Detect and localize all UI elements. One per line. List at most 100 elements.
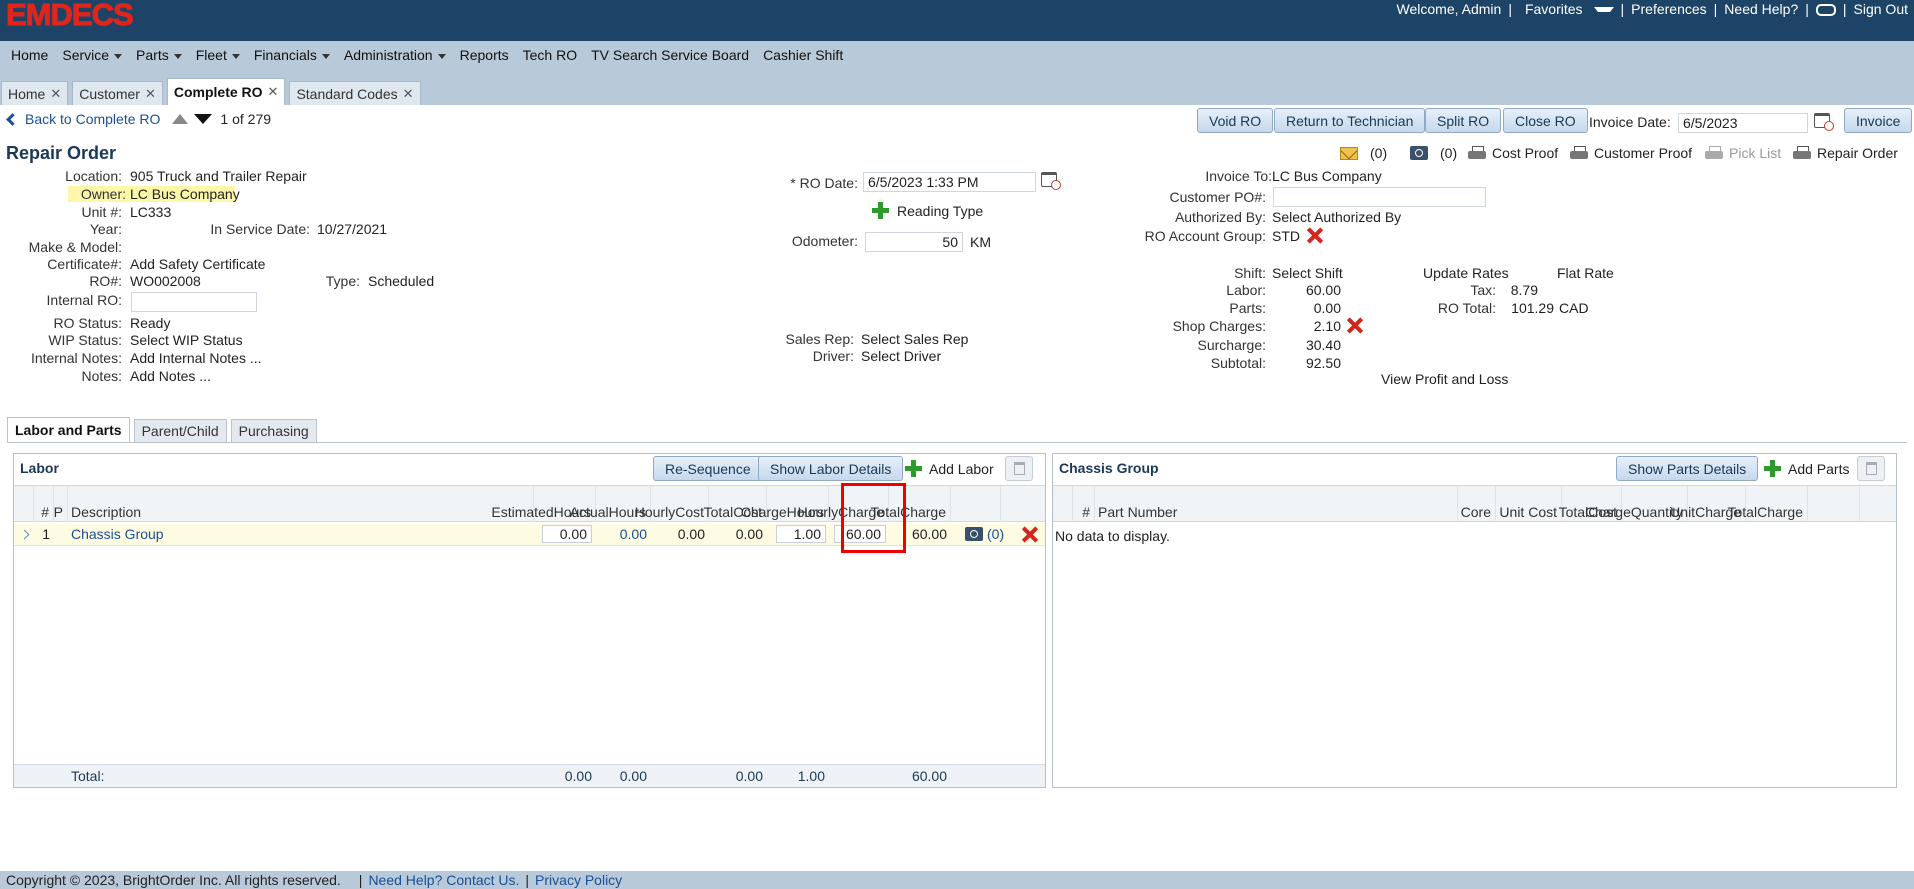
expand-row-button[interactable]	[14, 523, 34, 545]
show-labor-details-button[interactable]: Show Labor Details	[758, 456, 904, 481]
split-ro-button[interactable]: Split RO	[1425, 108, 1502, 133]
invoice-date-picker[interactable]	[1814, 113, 1834, 131]
nav-service[interactable]: Service	[55, 47, 129, 63]
return-technician-button[interactable]: Return to Technician	[1274, 108, 1426, 133]
tab-purchasing[interactable]: Purchasing	[230, 419, 317, 442]
photo-action[interactable]: (0)	[1410, 145, 1457, 161]
nav-reports[interactable]: Reports	[453, 47, 516, 63]
chevron-down-icon	[114, 53, 123, 59]
tab-customer[interactable]: Customer ✕	[72, 81, 163, 105]
delete-parts-button[interactable]	[1857, 456, 1885, 481]
location-link[interactable]: 905 Truck and Trailer Repair	[130, 168, 307, 184]
page-title: Repair Order	[6, 143, 117, 163]
email-action[interactable]: (0)	[1340, 145, 1387, 161]
remove-shop-charges-button[interactable]	[1346, 317, 1363, 337]
nav-cashier-shift[interactable]: Cashier Shift	[756, 47, 850, 63]
nav-home[interactable]: Home	[4, 47, 55, 63]
camera-icon	[1410, 146, 1428, 160]
preferences-link[interactable]: Preferences	[1625, 1, 1712, 17]
ro-status-link[interactable]: Ready	[130, 315, 170, 331]
customer-proof-button[interactable]: Customer Proof	[1570, 145, 1692, 161]
nav-fleet[interactable]: Fleet	[189, 47, 247, 63]
select-shift-link[interactable]: Select Shift	[1272, 265, 1343, 281]
void-ro-button[interactable]: Void RO	[1197, 108, 1274, 133]
close-icon[interactable]: ✕	[50, 86, 61, 102]
tab-parent-child[interactable]: Parent/Child	[133, 419, 227, 442]
close-icon[interactable]: ✕	[403, 86, 414, 102]
need-help-link[interactable]: Need Help?	[1718, 1, 1804, 17]
labor-photo-button[interactable]: (0)	[965, 523, 1015, 545]
contact-us-link[interactable]: Need Help? Contact Us.	[368, 872, 519, 888]
chat-button[interactable]	[1810, 1, 1842, 17]
ro-date-input[interactable]: 6/5/2023 1:33 PM	[863, 172, 1036, 192]
tax-link[interactable]: 8.79	[1500, 282, 1538, 298]
ro-date-picker[interactable]	[1041, 172, 1061, 190]
nav-parts[interactable]: Parts	[129, 47, 189, 63]
internal-ro-input[interactable]	[131, 292, 257, 312]
surcharge-link[interactable]: 30.40	[1272, 337, 1341, 353]
nav-tv-search[interactable]: TV Search Service Board	[584, 47, 756, 63]
est-hours-input[interactable]: 0.00	[542, 525, 592, 543]
ro-total: 101.29	[1511, 300, 1554, 316]
shop-charges-link[interactable]: 2.10	[1272, 318, 1341, 334]
delete-labor-button[interactable]	[1005, 456, 1033, 481]
repair-order-print-button[interactable]: Repair Order	[1793, 145, 1898, 161]
calendar-icon	[1041, 172, 1061, 190]
invoice-date-input[interactable]: 6/5/2023	[1678, 113, 1808, 133]
cost-proof-button[interactable]: Cost Proof	[1468, 145, 1558, 161]
labor-total: 60.00	[1305, 282, 1341, 298]
hourly-charge-highlight	[841, 483, 906, 553]
next-record-icon[interactable]	[194, 114, 213, 124]
camera-icon	[965, 527, 983, 541]
nav-financials[interactable]: Financials	[247, 47, 337, 63]
back-link[interactable]: Back to Complete RO	[6, 111, 160, 127]
reading-type-button[interactable]: Reading Type	[872, 202, 983, 219]
invoice-button[interactable]: Invoice	[1844, 108, 1913, 133]
authorized-by-link[interactable]: Select Authorized By	[1272, 209, 1401, 225]
add-parts-button[interactable]: Add Parts	[1764, 460, 1849, 477]
labor-description-link[interactable]: Chassis Group	[68, 523, 534, 545]
tab-labor-and-parts[interactable]: Labor and Parts	[7, 417, 130, 442]
mail-icon	[1340, 146, 1358, 160]
tab-standard-codes[interactable]: Standard Codes ✕	[289, 81, 421, 105]
add-internal-notes-link[interactable]: Add Internal Notes ...	[130, 350, 262, 366]
close-icon[interactable]: ✕	[145, 86, 156, 102]
sign-out-link[interactable]: Sign Out	[1848, 1, 1914, 17]
actual-hours-link[interactable]: 0.00	[596, 523, 651, 545]
delete-labor-row-button[interactable]	[1017, 523, 1041, 545]
odometer-input[interactable]: 50	[865, 232, 963, 252]
tab-home[interactable]: Home ✕	[1, 81, 69, 105]
privacy-policy-link[interactable]: Privacy Policy	[535, 872, 622, 888]
charge-hours-input[interactable]: 1.00	[776, 525, 826, 543]
driver-link[interactable]: Select Driver	[861, 348, 941, 364]
pick-list-button[interactable]: Pick List	[1705, 145, 1781, 161]
nav-tech-ro[interactable]: Tech RO	[516, 47, 584, 63]
invoice-to-link[interactable]: LC Bus Company	[1272, 168, 1382, 184]
trash-icon	[1865, 462, 1877, 475]
previous-record-icon[interactable]	[172, 114, 189, 124]
show-parts-details-button[interactable]: Show Parts Details	[1616, 456, 1759, 481]
unit-link[interactable]: LC333	[130, 204, 171, 220]
update-rates-link[interactable]: Update Rates	[1423, 265, 1509, 281]
tab-complete-ro[interactable]: Complete RO ✕	[166, 78, 286, 105]
resequence-button[interactable]: Re-Sequence	[653, 456, 763, 481]
close-ro-button[interactable]: Close RO	[1503, 108, 1588, 133]
remove-account-group-button[interactable]	[1306, 227, 1323, 247]
customer-po-input[interactable]	[1273, 187, 1486, 207]
nav-administration[interactable]: Administration	[337, 47, 453, 63]
sales-rep-link[interactable]: Select Sales Rep	[861, 331, 968, 347]
add-notes-link[interactable]: Add Notes ...	[130, 368, 211, 384]
printer-icon	[1793, 145, 1811, 161]
record-navigation: Back to Complete RO 1 of 279	[6, 111, 271, 127]
flat-rate-link[interactable]: Flat Rate	[1557, 265, 1614, 281]
app-logo[interactable]: EMDECS	[6, 0, 135, 31]
favorites-menu[interactable]: Favorites	[1513, 1, 1620, 17]
hourly-cost: 0.00	[677, 526, 705, 542]
ro-type-link[interactable]: Scheduled	[368, 273, 434, 289]
wip-status-link[interactable]: Select WIP Status	[130, 332, 243, 348]
close-icon[interactable]: ✕	[268, 84, 279, 100]
view-profit-loss-link[interactable]: View Profit and Loss	[1381, 371, 1508, 387]
add-safety-certificate-link[interactable]: Add Safety Certificate	[130, 256, 265, 272]
add-labor-button[interactable]: Add Labor	[905, 460, 994, 477]
account-group-link[interactable]: STD	[1272, 228, 1300, 244]
